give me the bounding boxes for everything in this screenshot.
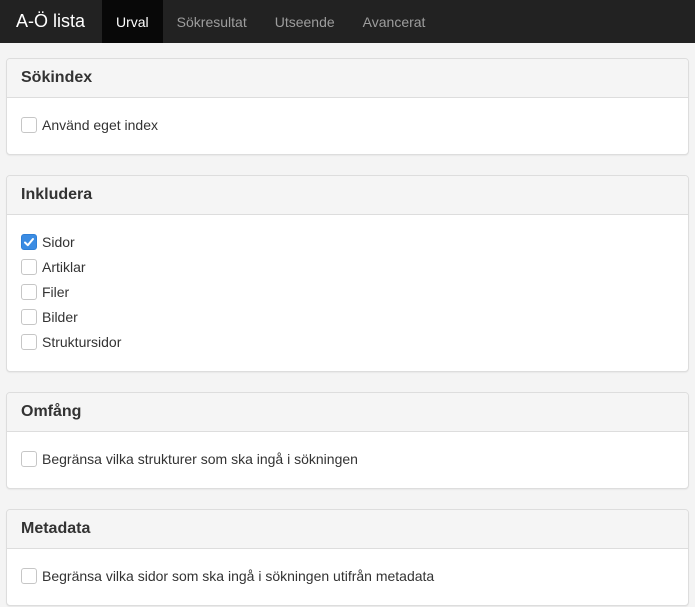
option-use-own-index[interactable]: Använd eget index: [21, 112, 674, 137]
checkbox[interactable]: [21, 258, 37, 275]
panel-sokindex: Sökindex Använd eget index: [6, 58, 689, 155]
checkbox[interactable]: [21, 450, 37, 467]
option-struktursidor[interactable]: Struktursidor: [21, 329, 674, 354]
option-sidor[interactable]: Sidor: [21, 229, 674, 254]
settings-content: Sökindex Använd eget index Inkludera Sid…: [0, 43, 695, 606]
panel-metadata: Metadata Begränsa vilka sidor som ska in…: [6, 509, 689, 606]
option-filer[interactable]: Filer: [21, 279, 674, 304]
checkbox[interactable]: [21, 333, 37, 350]
option-label: Begränsa vilka strukturer som ska ingå i…: [42, 450, 358, 467]
panel-inkludera: Inkludera Sidor Artiklar Filer Bilder St…: [6, 175, 689, 372]
checkbox[interactable]: [21, 567, 37, 584]
checkbox[interactable]: [21, 283, 37, 300]
option-limit-by-metadata[interactable]: Begränsa vilka sidor som ska ingå i sökn…: [21, 563, 674, 588]
option-label: Använd eget index: [42, 116, 158, 133]
app-brand: A-Ö lista: [16, 11, 86, 31]
panel-title: Inkludera: [7, 176, 688, 215]
panel-title: Metadata: [7, 510, 688, 549]
option-label: Sidor: [42, 233, 75, 250]
tab-urval[interactable]: Urval: [102, 0, 163, 43]
top-navbar: A-Ö lista Urval Sökresultat Utseende Ava…: [0, 0, 695, 43]
option-label: Filer: [42, 283, 70, 300]
panel-body: Sidor Artiklar Filer Bilder Struktursido…: [7, 215, 688, 371]
checkbox[interactable]: [21, 308, 37, 325]
tab-avancerat[interactable]: Avancerat: [349, 0, 440, 43]
tab-utseende[interactable]: Utseende: [261, 0, 349, 43]
panel-omfang: Omfång Begränsa vilka strukturer som ska…: [6, 392, 689, 489]
checkmark-icon: [24, 237, 34, 246]
tab-sokresultat[interactable]: Sökresultat: [163, 0, 261, 43]
option-limit-structures[interactable]: Begränsa vilka strukturer som ska ingå i…: [21, 446, 674, 471]
checkbox[interactable]: [21, 233, 37, 250]
panel-body: Begränsa vilka strukturer som ska ingå i…: [7, 432, 688, 488]
panel-title: Omfång: [7, 393, 688, 432]
option-label: Begränsa vilka sidor som ska ingå i sökn…: [42, 567, 435, 584]
option-label: Struktursidor: [42, 333, 122, 350]
panel-title: Sökindex: [7, 59, 688, 98]
option-artiklar[interactable]: Artiklar: [21, 254, 674, 279]
option-label: Artiklar: [42, 258, 86, 275]
panel-body: Använd eget index: [7, 98, 688, 154]
checkbox[interactable]: [21, 116, 37, 133]
option-label: Bilder: [42, 308, 78, 325]
panel-body: Begränsa vilka sidor som ska ingå i sökn…: [7, 549, 688, 605]
option-bilder[interactable]: Bilder: [21, 304, 674, 329]
